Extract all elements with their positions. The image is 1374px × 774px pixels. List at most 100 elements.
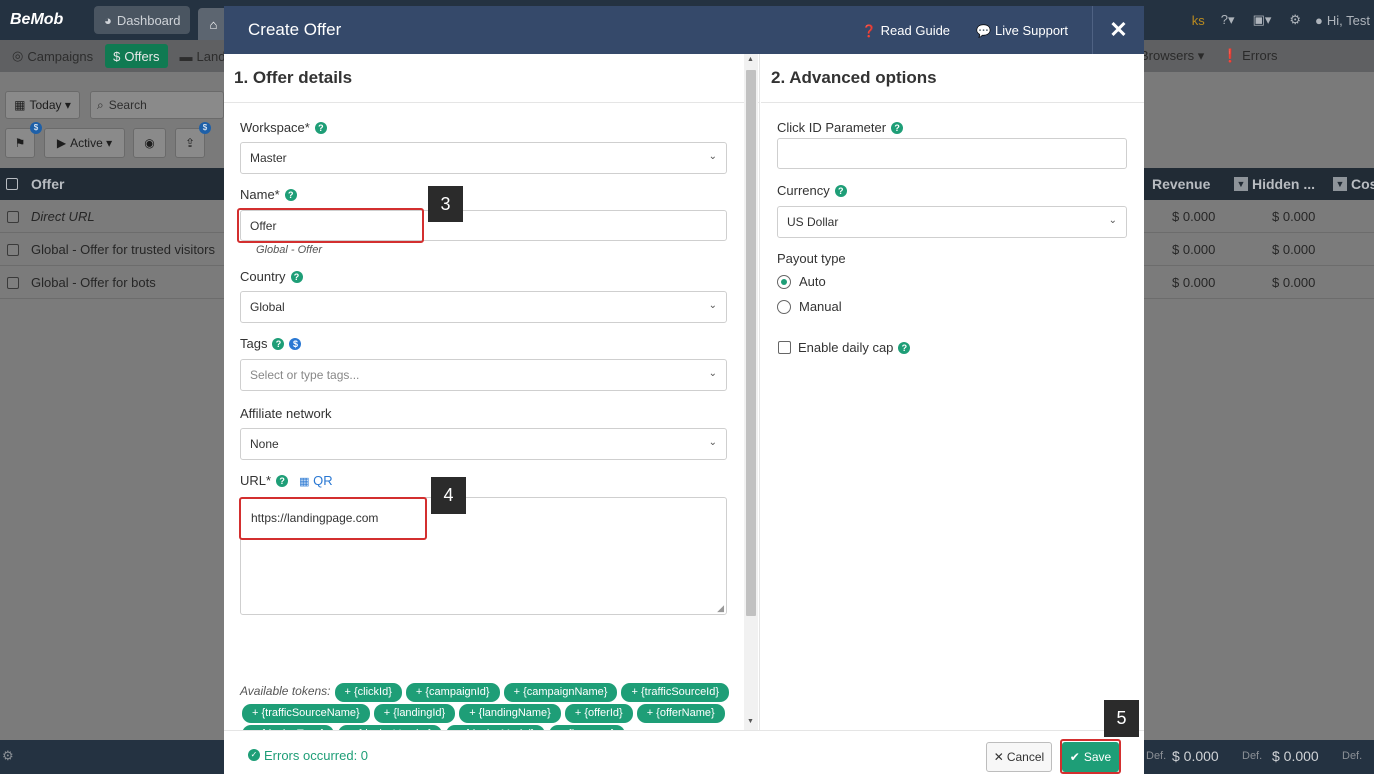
token-chip[interactable]: + {landingId} xyxy=(373,704,456,723)
reports-icon[interactable]: ▣▾ xyxy=(1253,12,1272,28)
chat-icon: 💬 xyxy=(976,23,991,38)
nav-browsers[interactable]: Browsers ▾ xyxy=(1140,48,1204,64)
token-chip[interactable]: + {offerId} xyxy=(564,704,633,723)
daily-cap-label[interactable]: Enable daily cap? xyxy=(798,340,911,355)
row-offer-name: Global - Offer for bots xyxy=(31,275,156,290)
row-checkbox[interactable] xyxy=(7,211,19,223)
play-icon: ▶ xyxy=(56,136,67,150)
payout-manual-radio[interactable] xyxy=(777,300,791,314)
header-cost[interactable]: Cos xyxy=(1351,176,1374,192)
dollar-icon: $ xyxy=(289,337,302,350)
user-icon: ● xyxy=(1315,12,1323,28)
read-guide-link[interactable]: ❓ Read Guide xyxy=(862,23,950,38)
help-icon[interactable]: ? xyxy=(284,188,297,201)
select-all-checkbox[interactable] xyxy=(6,178,18,190)
calendar-icon: ▦ xyxy=(14,98,26,112)
header-hidden[interactable]: Hidden ... xyxy=(1252,176,1315,192)
help-icon[interactable]: ? xyxy=(272,337,285,350)
currency-label: Currency? xyxy=(777,183,847,198)
tags-select[interactable]: Select or type tags... ⌄ xyxy=(240,359,727,391)
dashboard-icon: ◕ xyxy=(104,12,112,28)
home-icon: ⌂ xyxy=(209,16,218,32)
callout-3: 3 xyxy=(428,186,463,222)
help-icon[interactable]: ? xyxy=(290,270,303,283)
qr-code-icon: ▦ xyxy=(299,476,310,488)
footer-value-1: $ 0.000 xyxy=(1172,748,1219,764)
token-chip[interactable]: + {campaignName} xyxy=(503,683,618,702)
workspace-select[interactable]: Master ⌄ xyxy=(240,142,727,174)
help-icon[interactable]: ?▾ xyxy=(1221,12,1235,28)
help-icon[interactable]: ? xyxy=(276,474,289,487)
help-icon[interactable]: ? xyxy=(898,341,911,354)
nav-offers[interactable]: $ Offers xyxy=(105,44,168,68)
row-revenue: $ 0.000 xyxy=(1172,209,1216,224)
token-chip[interactable]: + {landingName} xyxy=(459,704,561,723)
live-support-link[interactable]: 💬 Live Support xyxy=(976,23,1068,38)
gear-icon[interactable]: ⚙ xyxy=(1289,12,1301,28)
highlight-save xyxy=(1060,739,1121,774)
gear-icon[interactable]: ⚙ xyxy=(2,748,14,764)
chevron-down-icon: ⌄ xyxy=(708,437,717,448)
dashboard-tab[interactable]: ◕ Dashboard xyxy=(94,6,191,34)
affiliate-label: Affiliate network xyxy=(240,406,332,421)
offer-details-panel: 1. Offer details Workspace*? Master ⌄ Nam… xyxy=(224,54,760,730)
header-offer[interactable]: Offer xyxy=(31,176,64,192)
filter-icon[interactable]: ▼ xyxy=(1234,177,1248,191)
flag-button[interactable]: ⚑ xyxy=(5,128,35,158)
date-range-button[interactable]: ▦ Today ▾ xyxy=(5,91,80,119)
payout-auto-radio[interactable] xyxy=(777,275,791,289)
token-chip[interactable]: + {offerName} xyxy=(636,704,725,723)
cancel-button[interactable]: ✕ Cancel xyxy=(986,742,1052,772)
advanced-options-panel: 2. Advanced options Click ID Parameter? … xyxy=(761,54,1144,730)
scroll-down-icon[interactable]: ▼ xyxy=(747,718,754,725)
scrollbar-thumb[interactable] xyxy=(746,70,756,616)
footer-def-1: Def. xyxy=(1146,750,1167,762)
payout-auto-label[interactable]: Auto xyxy=(799,274,826,289)
daily-cap-checkbox[interactable] xyxy=(778,341,791,354)
user-menu[interactable]: Hi, Test xyxy=(1327,13,1370,28)
chevron-down-icon: ⌄ xyxy=(708,151,717,162)
footer-value-2: $ 0.000 xyxy=(1272,748,1319,764)
visibility-button[interactable]: ◉ xyxy=(133,128,166,158)
resize-handle-icon[interactable]: ◢ xyxy=(717,603,724,614)
name-hint: Global - Offer xyxy=(256,244,323,256)
scroll-up-icon[interactable]: ▲ xyxy=(747,56,754,63)
scrollbar[interactable]: ▲ ▼ xyxy=(744,54,758,730)
token-chip[interactable]: + {trafficSourceName} xyxy=(242,704,370,723)
landers-icon: ▬ xyxy=(179,48,193,64)
status-filter[interactable]: ▶ Active ▾ xyxy=(44,128,125,158)
check-circle-icon: ✓ xyxy=(248,749,260,761)
currency-select[interactable]: US Dollar ⌄ xyxy=(777,206,1127,238)
help-icon[interactable]: ? xyxy=(891,121,904,134)
partial-menu[interactable]: ks xyxy=(1192,13,1205,28)
tokens-list: Available tokens: + {clickId} + {campaignI… xyxy=(240,682,740,730)
country-select[interactable]: Global ⌄ xyxy=(240,291,727,323)
callout-4: 4 xyxy=(431,477,466,514)
help-icon[interactable]: ? xyxy=(314,121,327,134)
footer-def-3: Def. xyxy=(1342,750,1363,762)
search-icon: ⌕ xyxy=(97,97,104,112)
nav-errors[interactable]: ❗ Errors xyxy=(1222,48,1277,64)
search-input[interactable]: ⌕ Search xyxy=(90,91,224,119)
row-hidden: $ 0.000 xyxy=(1272,275,1316,290)
qr-link[interactable]: ▦ QR xyxy=(299,473,333,488)
token-chip[interactable]: + {clickId} xyxy=(334,683,402,702)
nav-campaigns[interactable]: ◎ Campaigns xyxy=(4,44,101,68)
row-checkbox[interactable] xyxy=(7,277,19,289)
highlight-name xyxy=(237,208,424,243)
close-icon: ✕ xyxy=(1109,17,1128,42)
click-id-input[interactable] xyxy=(777,138,1127,169)
filter-icon[interactable]: ▼ xyxy=(1333,177,1347,191)
question-circle-icon: ❓ xyxy=(861,23,877,38)
row-checkbox[interactable] xyxy=(7,244,19,256)
payout-manual-label[interactable]: Manual xyxy=(799,299,842,314)
help-icon[interactable]: ? xyxy=(834,184,847,197)
token-chip[interactable]: + {campaignId} xyxy=(405,683,500,702)
token-chip[interactable]: + {trafficSourceId} xyxy=(621,683,730,702)
modal-footer: ✓ Errors occurred: 0 ✕ Cancel ✔ Save xyxy=(224,730,1144,774)
header-revenue[interactable]: Revenue xyxy=(1152,176,1210,192)
affiliate-network-select[interactable]: None ⌄ xyxy=(240,428,727,460)
highlight-url xyxy=(239,497,427,540)
close-button[interactable]: ✕ xyxy=(1092,6,1144,54)
tags-label: Tags? $ xyxy=(240,336,302,351)
